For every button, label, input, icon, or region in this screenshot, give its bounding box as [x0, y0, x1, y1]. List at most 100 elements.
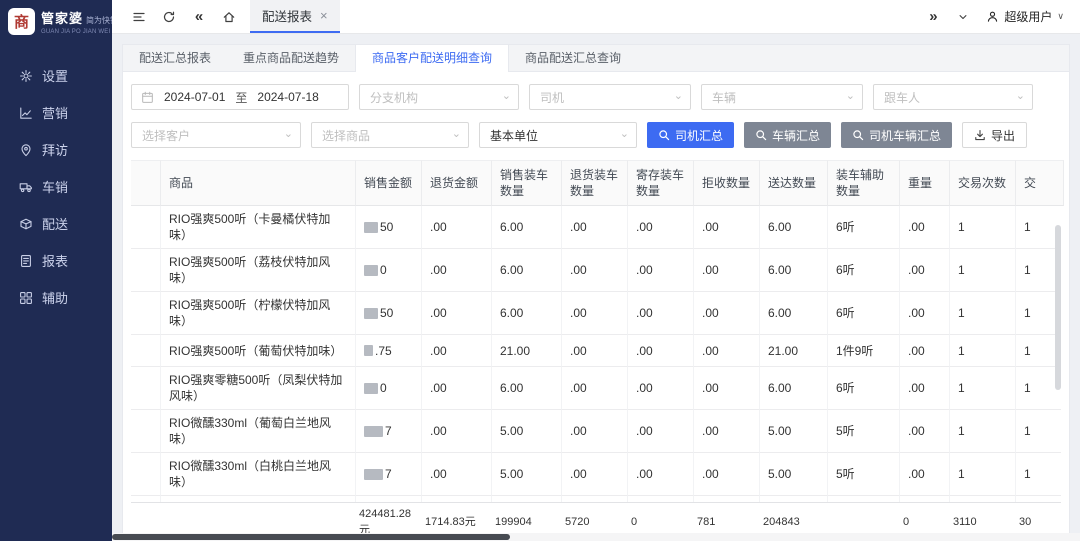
date-range-picker[interactable]: 2024-07-01 至 2024-07-18	[131, 84, 349, 110]
sales-amount-cell: .75	[356, 335, 422, 367]
column-header: 交易次数	[950, 160, 1016, 206]
refresh-icon[interactable]	[154, 0, 184, 33]
chevron-down-icon: ⌄	[620, 127, 629, 140]
deposit-load-cell: .00	[628, 367, 694, 410]
sales-load-cell: 6.00	[492, 206, 562, 249]
horizontal-scrollbar[interactable]	[112, 533, 1080, 541]
date-start-value[interactable]: 2024-07-01	[164, 90, 225, 104]
return-load-cell: .00	[562, 335, 628, 367]
delivered-cell: 6.00	[760, 367, 828, 410]
return-load-cell: .00	[562, 367, 628, 410]
table-row[interactable]: RIO微醺330ml（葡萄白兰地风味）7.005.00.00.00.005.00…	[131, 410, 1061, 453]
filter-row-2: 选择客户⌄ 选择商品⌄ 基本单位 ⌄ 司机汇总 车辆汇总 司机车辆汇总	[131, 122, 1061, 148]
customer-select[interactable]: 选择客户⌄	[131, 122, 301, 148]
select-all-cell[interactable]	[131, 160, 161, 206]
sidebar-nav: 设置营销拜访车销配送报表辅助	[0, 57, 112, 316]
tab-delivery-summary-report[interactable]: 配送汇总报表	[123, 45, 227, 71]
report-document-icon	[19, 254, 33, 268]
collapse-menu-icon[interactable]	[124, 0, 154, 33]
row-select-cell[interactable]	[131, 206, 161, 249]
row-select-cell[interactable]	[131, 292, 161, 335]
table-row[interactable]: RIO强爽500听（柠檬伏特加风味）50.006.00.00.00.006.00…	[131, 292, 1061, 335]
sidebar-item-delivery[interactable]: 配送	[0, 205, 112, 242]
vertical-scrollbar-thumb[interactable]	[1055, 225, 1061, 390]
sidebar-item-marketing[interactable]: 营销	[0, 94, 112, 131]
vehicle-summary-button[interactable]: 车辆汇总	[744, 122, 831, 148]
sidebar-item-label: 报表	[42, 251, 68, 270]
brand-logo: 商 管家婆 简为快销 GUAN JIA PO JIAN WEI KUAI XIA…	[0, 0, 112, 45]
tab-key-product-delivery-trend[interactable]: 重点商品配送趋势	[227, 45, 355, 71]
sales-load-cell: 6.00	[492, 292, 562, 335]
load-aux-cell: 6听	[828, 206, 900, 249]
grid-apps-icon	[19, 291, 33, 305]
unit-select[interactable]: 基本单位 ⌄	[479, 122, 637, 148]
sales-load-cell: 5.00	[492, 453, 562, 496]
load-aux-cell: 6听	[828, 292, 900, 335]
sidebar-item-reports[interactable]: 报表	[0, 242, 112, 279]
close-tab-icon[interactable]: ×	[320, 9, 328, 22]
row-select-cell[interactable]	[131, 335, 161, 367]
transactions-cell: 1	[950, 367, 1016, 410]
tab-product-delivery-summary[interactable]: 商品配送汇总查询	[509, 45, 637, 71]
user-menu[interactable]: 超级用户 ∨	[986, 8, 1064, 25]
weight-cell: .00	[900, 249, 950, 292]
home-icon[interactable]	[214, 0, 244, 33]
results-table: 商品销售金额退货金额销售装车数量退货装车数量寄存装车数量拒收数量送达数量装车辅助…	[131, 160, 1061, 541]
sidebar-item-vehicle-sales[interactable]: 车销	[0, 168, 112, 205]
product-select[interactable]: 选择商品⌄	[311, 122, 469, 148]
driver-select[interactable]: 司机⌄	[529, 84, 691, 110]
row-select-cell[interactable]	[131, 367, 161, 410]
vehicle-select[interactable]: 车辆⌄	[701, 84, 863, 110]
topbar-right: » 超级用户 ∨	[918, 0, 1080, 33]
sidebar-item-visit[interactable]: 拜访	[0, 131, 112, 168]
forward-double-chevron-icon[interactable]: »	[918, 8, 948, 25]
deposit-load-cell: .00	[628, 206, 694, 249]
topbar-tab-delivery-report[interactable]: 配送报表 ×	[250, 0, 340, 33]
return-load-cell: .00	[562, 292, 628, 335]
truck-icon	[19, 180, 33, 194]
table-row[interactable]: RIO强爽零糖500听（凤梨伏特加风味）0.006.00.00.00.006.0…	[131, 367, 1061, 410]
table-row[interactable]: RIO强爽500听（葡萄伏特加味）.75.0021.00.00.00.0021.…	[131, 335, 1061, 367]
column-header: 退货金额	[422, 160, 492, 206]
column-header: 商品	[161, 160, 356, 206]
search-icon	[852, 129, 864, 141]
sidebar-item-assist[interactable]: 辅助	[0, 279, 112, 316]
product-name-cell: RIO强爽500听（葡萄伏特加味）	[161, 335, 356, 367]
chevron-down-icon[interactable]	[948, 11, 978, 23]
driver-vehicle-summary-button[interactable]: 司机车辆汇总	[841, 122, 952, 148]
branch-select[interactable]: 分支机构⌄	[359, 84, 519, 110]
sidebar-item-label: 设置	[42, 66, 68, 85]
driver-summary-button[interactable]: 司机汇总	[647, 122, 734, 148]
vehicle-summary-label: 车辆汇总	[772, 127, 820, 144]
follower-select[interactable]: 跟车人⌄	[873, 84, 1033, 110]
tab-product-customer-delivery-detail[interactable]: 商品客户配送明细查询	[355, 45, 509, 72]
return-amount-cell: .00	[422, 206, 492, 249]
sales-load-cell: 6.00	[492, 367, 562, 410]
vertical-scrollbar[interactable]	[1055, 207, 1061, 502]
row-select-cell[interactable]	[131, 410, 161, 453]
export-button[interactable]: 导出	[962, 122, 1027, 148]
sidebar-item-settings[interactable]: 设置	[0, 57, 112, 94]
row-select-cell[interactable]	[131, 249, 161, 292]
column-header: 寄存装车数量	[628, 160, 694, 206]
table-row[interactable]: RIO强爽500听（荔枝伏特加风味）0.006.00.00.00.006.006…	[131, 249, 1061, 292]
date-end-value[interactable]: 2024-07-18	[257, 90, 318, 104]
back-double-chevron-icon[interactable]: «	[184, 0, 214, 33]
select-placeholder: 分支机构	[370, 89, 418, 106]
horizontal-scrollbar-thumb[interactable]	[112, 534, 510, 540]
transactions-cell: 1	[950, 410, 1016, 453]
export-label: 导出	[991, 127, 1015, 144]
rejected-cell: .00	[694, 410, 760, 453]
weight-cell: .00	[900, 410, 950, 453]
row-select-cell[interactable]	[131, 453, 161, 496]
return-amount-cell: .00	[422, 453, 492, 496]
return-amount-cell: .00	[422, 249, 492, 292]
table-row[interactable]: RIO强爽500听（卡曼橘伏特加味）50.006.00.00.00.006.00…	[131, 206, 1061, 249]
rejected-cell: .00	[694, 453, 760, 496]
load-aux-cell: 5听	[828, 453, 900, 496]
chevron-down-icon: ⌄	[846, 89, 855, 102]
report-subtabs: 配送汇总报表重点商品配送趋势商品客户配送明细查询商品配送汇总查询	[123, 45, 1069, 72]
return-load-cell: .00	[562, 249, 628, 292]
weight-cell: .00	[900, 335, 950, 367]
table-row[interactable]: RIO微醺330ml（白桃白兰地风味）7.005.00.00.00.005.00…	[131, 453, 1061, 496]
